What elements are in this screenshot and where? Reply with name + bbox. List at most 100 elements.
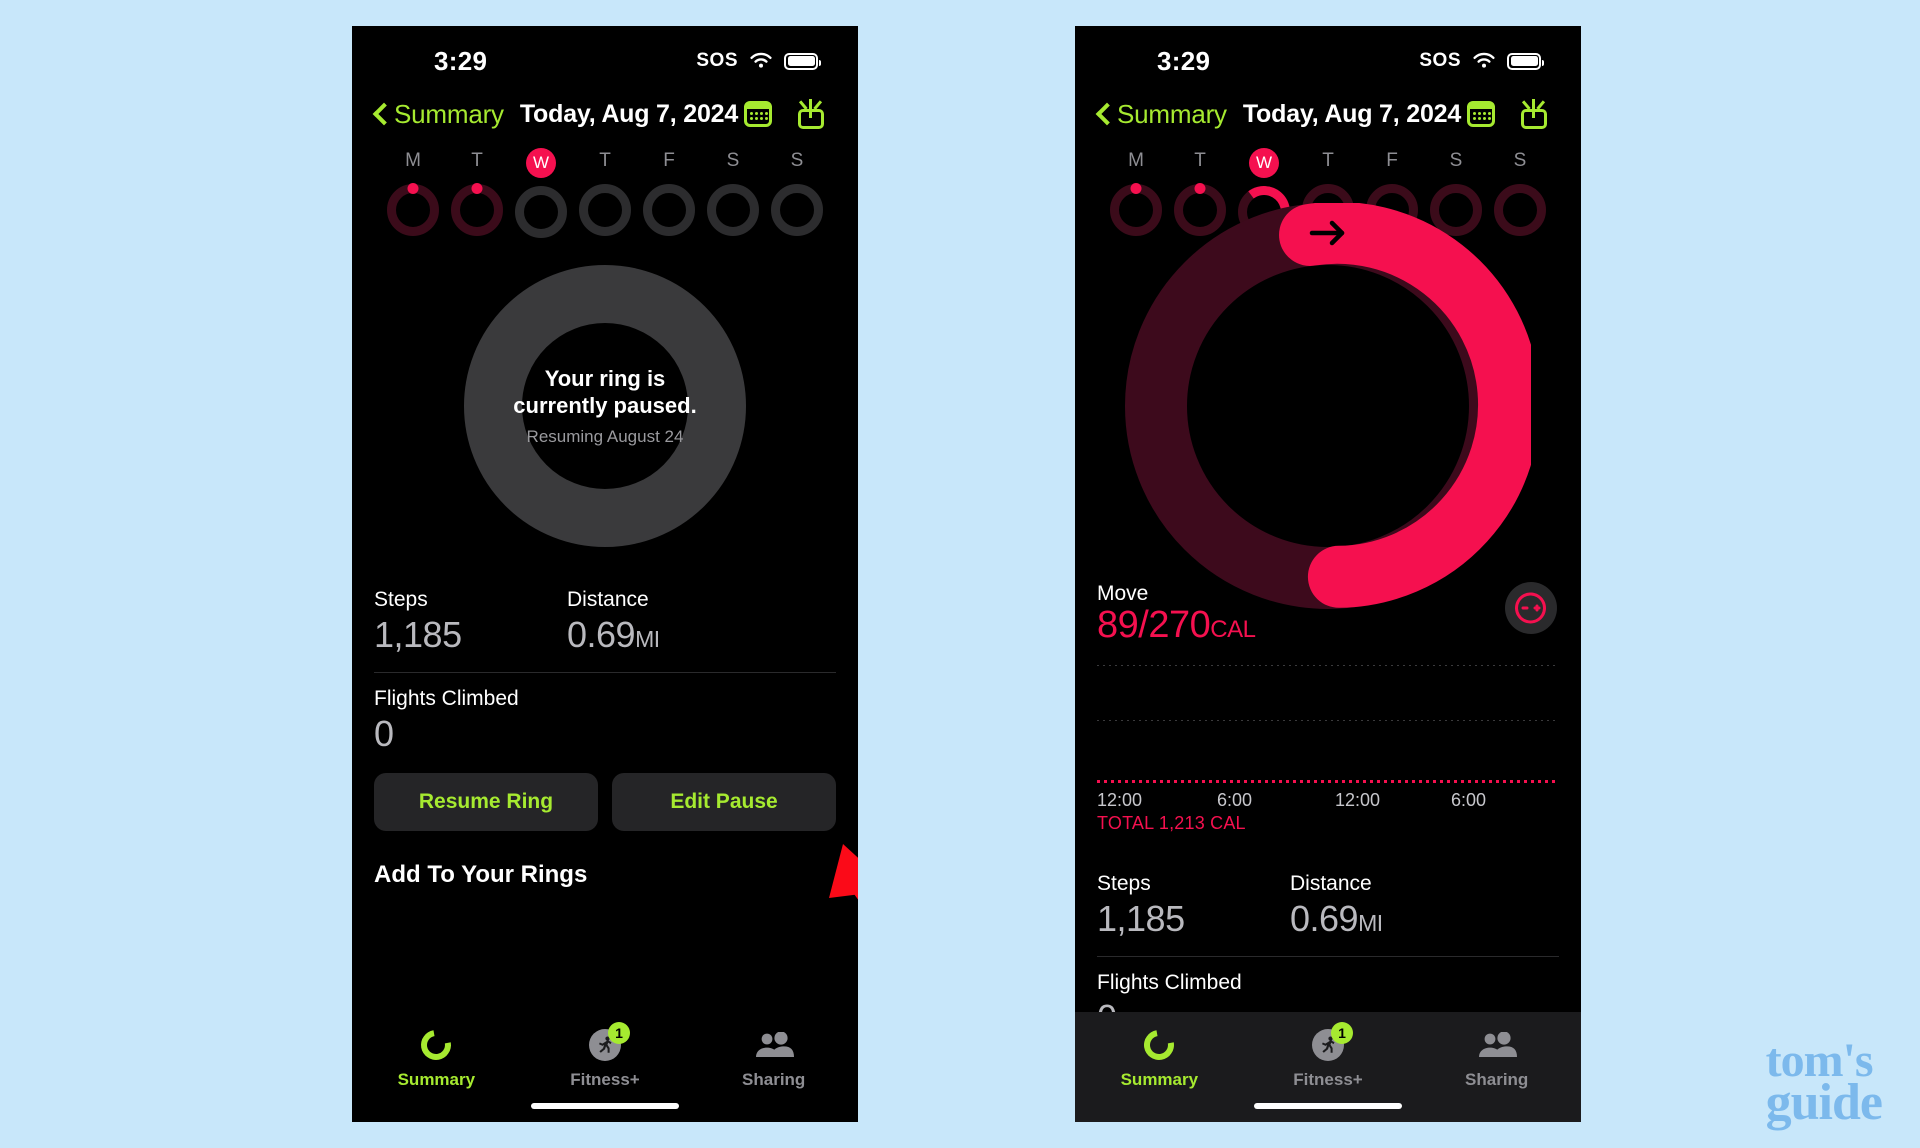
chart-x-tick: 12:00 — [1097, 790, 1143, 810]
metric-number: 0.69 — [567, 614, 636, 655]
iphone-screen: 3:29 SOS Summary Today, Aug 7, 2024 M T … — [352, 26, 858, 1122]
share-icon[interactable] — [1521, 99, 1547, 129]
week-day-friday[interactable]: F — [640, 148, 698, 238]
move-unit: CAL — [1210, 616, 1256, 643]
tab-sharing[interactable]: Sharing — [1412, 1028, 1581, 1090]
status-bar: 3:29 SOS — [1075, 26, 1581, 86]
chevron-left-icon — [374, 103, 387, 125]
metric-flights-climbed: Flights Climbed 0 — [374, 687, 836, 755]
activity-ring-icon — [1138, 1024, 1181, 1066]
metric-value: 0.69MI — [1290, 898, 1559, 940]
day-letter: M — [405, 150, 421, 171]
people-icon — [754, 1028, 794, 1062]
battery-icon — [784, 52, 821, 70]
today-badge: W — [1249, 148, 1279, 178]
metric-value: 0.69MI — [567, 614, 836, 656]
move-ring-area — [1075, 201, 1581, 609]
metric-label: Distance — [1290, 872, 1372, 895]
metric-steps: Steps 1,185 — [1097, 872, 1290, 940]
back-button[interactable]: Summary — [374, 99, 504, 130]
paused-title-line1: Your ring is — [544, 366, 666, 391]
week-day-sunday[interactable]: S — [768, 148, 826, 238]
chart-x-tick: 12:00 — [1335, 790, 1381, 810]
wifi-icon — [1472, 52, 1496, 70]
metric-distance: Distance 0.69MI — [567, 588, 836, 656]
tab-bar: Summary 1 Fitness+ Sharing — [1075, 1012, 1581, 1122]
metric-number: 1,185 — [374, 614, 462, 655]
day-ring — [579, 184, 631, 236]
chart-total-calories: TOTAL 1,213 CAL — [1097, 813, 1246, 833]
tab-fitness-plus[interactable]: 1 Fitness+ — [521, 1022, 690, 1090]
metric-row: Steps 1,185 Distance 0.69MI — [374, 574, 836, 672]
home-indicator[interactable] — [531, 1103, 679, 1109]
week-day-wednesday-today[interactable]: W — [512, 148, 570, 238]
week-day-strip: M T W T F S S — [352, 142, 858, 238]
navigation-bar: Summary Today, Aug 7, 2024 — [1075, 86, 1581, 142]
metric-number: 0.69 — [1290, 898, 1359, 939]
chart-x-axis: 12:00 6:00 12:00 6:00 — [1097, 790, 1559, 811]
metric-value: 1,185 — [374, 614, 567, 656]
battery-icon — [1507, 52, 1544, 70]
status-bar: 3:29 SOS — [352, 26, 858, 86]
share-icon[interactable] — [798, 99, 824, 129]
week-day-monday[interactable]: M — [384, 148, 442, 238]
chart-gridline — [1097, 720, 1559, 721]
tab-summary[interactable]: Summary — [352, 1024, 521, 1090]
metric-steps: Steps 1,185 — [374, 588, 567, 656]
move-calories-chart — [1097, 665, 1559, 783]
page-title: Today, Aug 7, 2024 — [519, 99, 739, 128]
metrics-section: Steps 1,185 Distance 0.69MI Flights Clim… — [352, 574, 858, 771]
metric-unit: MI — [635, 626, 660, 652]
move-ring-svg — [1125, 201, 1541, 609]
day-letter: S — [1513, 150, 1527, 171]
chart-baseline — [1097, 780, 1559, 783]
nav-actions — [744, 99, 824, 129]
add-to-your-rings-header: Add To Your Rings — [374, 861, 588, 888]
day-letter: T — [599, 150, 611, 171]
adjust-goal-icon — [1515, 592, 1546, 624]
day-letter: F — [1386, 150, 1398, 171]
chart-x-tick: 6:00 — [1451, 790, 1487, 810]
paused-ring-area: Your ring is currently paused. Resuming … — [352, 238, 858, 574]
calendar-icon[interactable] — [744, 101, 772, 127]
metric-label: Flights Climbed — [374, 687, 519, 710]
status-bar-clock: 3:29 — [434, 45, 488, 76]
toms-guide-watermark: tom's guide — [1765, 1036, 1883, 1132]
paused-activity-ring: Your ring is currently paused. Resuming … — [464, 265, 746, 547]
sos-label: SOS — [696, 50, 738, 71]
move-label: Move — [1097, 582, 1149, 605]
edit-pause-button[interactable]: Edit Pause — [612, 773, 836, 831]
chart-gridline — [1097, 665, 1559, 666]
metric-label: Steps — [1097, 872, 1151, 895]
tab-fitness-plus[interactable]: 1 Fitness+ — [1244, 1022, 1413, 1090]
phone-screenshot-left: 3:29 SOS Summary Today, Aug 7, 2024 M T … — [352, 26, 858, 1122]
week-day-saturday[interactable]: S — [704, 148, 762, 238]
metric-label: Distance — [567, 588, 649, 611]
paused-title-line2: currently paused. — [513, 393, 697, 418]
tab-sharing[interactable]: Sharing — [689, 1028, 858, 1090]
running-person-icon: 1 — [1312, 1022, 1353, 1062]
day-letter: M — [1128, 150, 1144, 171]
home-indicator[interactable] — [1254, 1103, 1402, 1109]
resume-ring-button[interactable]: Resume Ring — [374, 773, 598, 831]
back-button-label: Summary — [394, 98, 504, 129]
move-summary: Move 89/270CAL — [1075, 574, 1581, 647]
phone-screenshot-right: 3:29 SOS Summary Today, Aug 7, 2024 M T … — [1075, 26, 1581, 1122]
edit-goal-button[interactable] — [1505, 582, 1557, 634]
week-day-tuesday[interactable]: T — [448, 148, 506, 238]
watermark-line-2: guide — [1765, 1074, 1883, 1132]
metric-number: 1,185 — [1097, 898, 1185, 939]
today-badge: W — [526, 148, 556, 178]
day-ring — [515, 186, 567, 238]
calendar-icon[interactable] — [1467, 101, 1495, 127]
tab-bar: Summary 1 Fitness+ Sharing — [352, 1012, 858, 1122]
tab-label: Summary — [1120, 1070, 1199, 1089]
status-bar-indicators: SOS — [696, 50, 821, 72]
tab-summary[interactable]: Summary — [1075, 1024, 1244, 1090]
people-icon — [1477, 1028, 1517, 1062]
week-day-thursday[interactable]: T — [576, 148, 634, 238]
tab-label: Summary — [397, 1070, 476, 1089]
back-button[interactable]: Summary — [1097, 99, 1227, 130]
pause-action-buttons: Resume Ring Edit Pause — [352, 771, 858, 831]
day-ring — [771, 184, 823, 236]
